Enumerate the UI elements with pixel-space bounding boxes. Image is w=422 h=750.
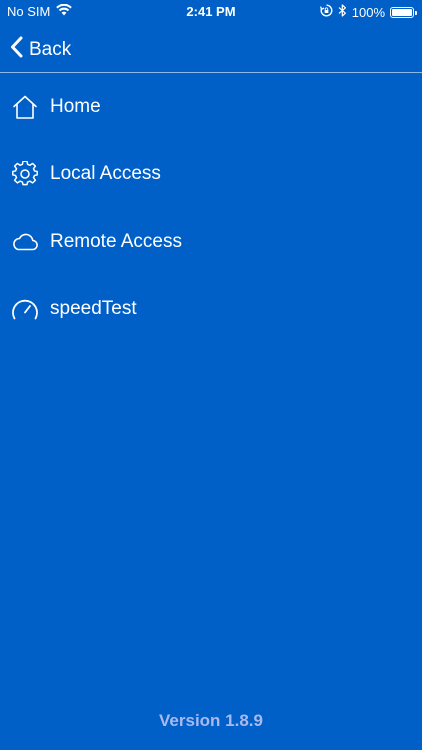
- speedometer-icon: [11, 295, 39, 323]
- menu-item-home[interactable]: Home: [0, 73, 422, 141]
- menu-item-label: speedTest: [50, 298, 137, 320]
- status-bar: No SIM 2:41 PM 100%: [0, 0, 422, 24]
- cloud-icon: [11, 228, 39, 256]
- bluetooth-icon: [338, 4, 347, 20]
- battery-percent: 100%: [351, 4, 385, 20]
- back-label: Back: [29, 39, 72, 60]
- gear-icon: [11, 160, 39, 188]
- menu-item-remote-access[interactable]: Remote Access: [0, 208, 422, 276]
- menu-list: Home Local Access Remote Access speedTes…: [0, 73, 422, 343]
- status-right: 100%: [319, 4, 417, 20]
- menu-item-label: Remote Access: [50, 230, 182, 252]
- battery-icon: [390, 6, 417, 18]
- menu-item-local-access[interactable]: Local Access: [0, 141, 422, 209]
- menu-item-label: Local Access: [50, 163, 161, 185]
- chevron-left-icon: [10, 36, 23, 64]
- navigation-bar: Back: [0, 24, 422, 73]
- battery-fill: [392, 8, 412, 16]
- rotation-lock-icon: [319, 4, 333, 20]
- back-button[interactable]: Back: [10, 36, 71, 64]
- menu-item-speedtest[interactable]: speedTest: [0, 276, 422, 344]
- menu-item-label: Home: [50, 95, 101, 117]
- home-icon: [11, 93, 39, 121]
- version-label: Version 1.8.9: [159, 711, 263, 730]
